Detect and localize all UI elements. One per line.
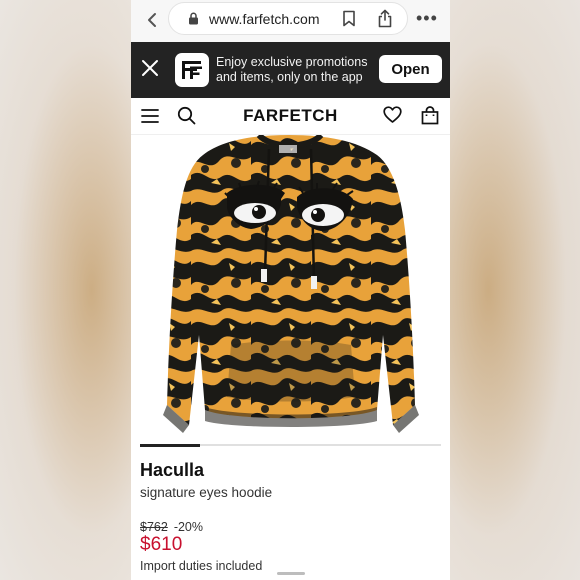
ff-logo-icon [182,61,202,79]
heart-icon[interactable] [383,106,402,124]
bookmark-icon[interactable] [342,10,356,27]
lock-icon [189,12,198,25]
more-options-icon[interactable]: ••• [416,8,438,28]
phone-screen: www.farfetch.com ••• Enjoy exclusive pro… [131,0,450,580]
duties-note: Import duties included [140,559,263,573]
close-icon[interactable] [141,59,159,77]
original-price: $762 [140,520,168,534]
site-header: FARFETCH [131,98,450,135]
app-promo-banner: Enjoy exclusive promotions and items, on… [131,42,450,98]
shopping-bag-icon[interactable] [421,106,439,125]
price-row: $762 -20% [140,520,440,534]
product-name: signature eyes hoodie [140,485,273,500]
background-blur-left [0,0,131,580]
image-carousel-indicator [140,443,441,447]
discount-label: -20% [173,520,203,534]
browser-toolbar: www.farfetch.com ••• [131,0,450,42]
product-info: Haculla signature eyes hoodie $762 -20% … [140,460,440,573]
back-button[interactable] [141,9,163,31]
open-app-button[interactable]: Open [379,55,442,83]
background-blur-right [449,0,580,580]
address-bar[interactable]: www.farfetch.com [168,2,408,35]
carousel-progress-bar [140,443,201,447]
site-logo[interactable]: FARFETCH [131,106,450,126]
designer-name[interactable]: Haculla [140,460,440,481]
farfetch-app-logo [175,53,209,87]
sale-price: $610 [140,534,183,555]
chevron-left-icon [148,13,156,27]
product-image[interactable] [131,135,450,440]
hoodie-illustration [163,135,419,433]
url-text: www.farfetch.com [209,11,320,27]
home-indicator[interactable] [277,572,305,575]
share-icon[interactable] [377,9,393,28]
banner-message: Enjoy exclusive promotions and items, on… [216,55,368,84]
